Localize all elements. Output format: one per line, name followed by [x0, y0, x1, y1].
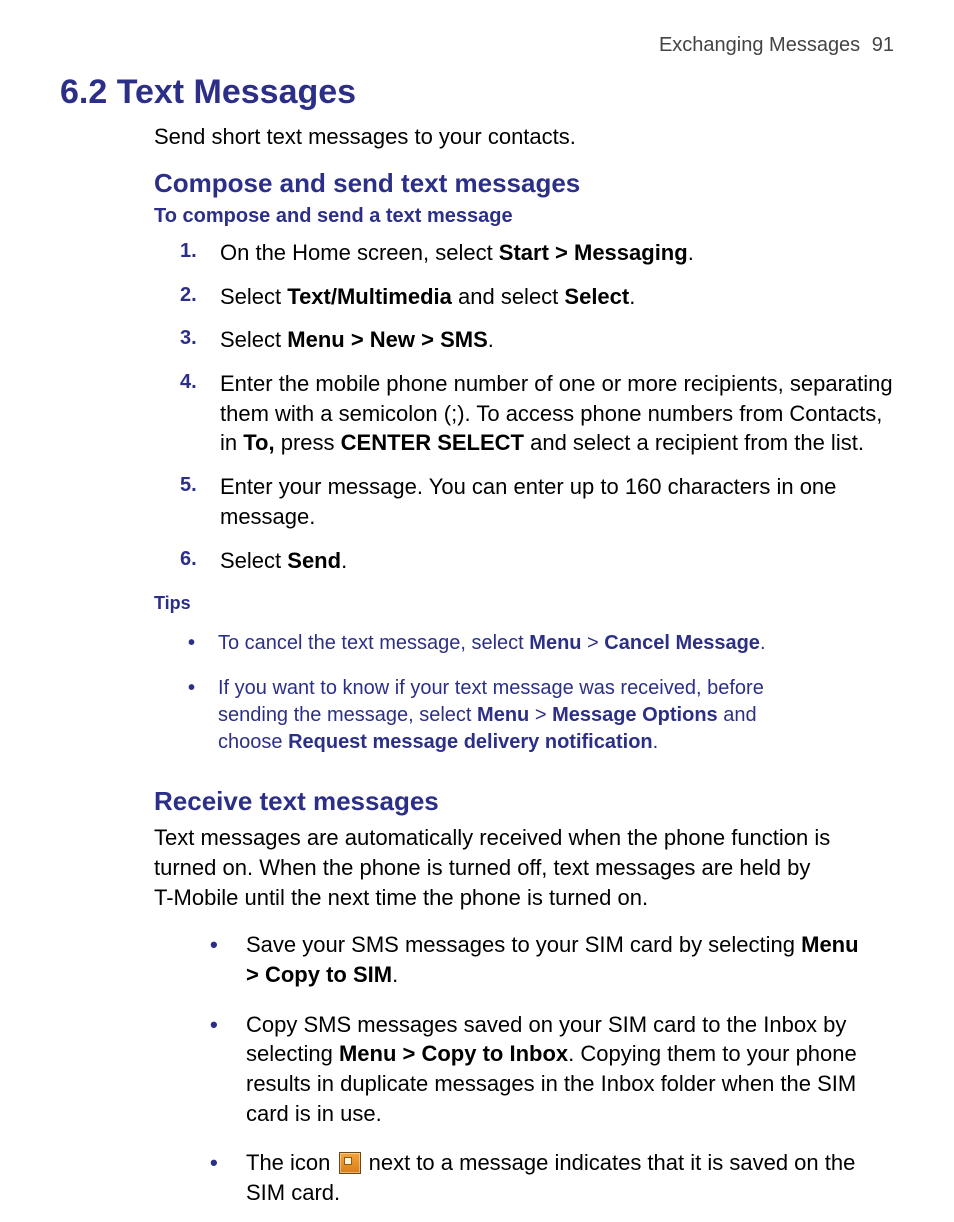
- text: Select: [220, 284, 287, 309]
- bullet-2: Copy SMS messages saved on your SIM card…: [210, 1004, 894, 1143]
- text: .: [392, 962, 398, 987]
- text: .: [760, 632, 766, 654]
- step-3: Select Menu > New > SMS.: [180, 321, 894, 365]
- receive-paragraph: Text messages are automatically received…: [154, 823, 834, 912]
- document-page: Exchanging Messages 91 6.2 Text Messages…: [0, 0, 954, 1173]
- text: .: [629, 284, 635, 309]
- bold: Menu: [529, 632, 581, 654]
- bold: Menu > New > SMS: [287, 327, 488, 352]
- receive-heading: Receive text messages: [154, 786, 894, 817]
- bold: Menu: [477, 704, 529, 726]
- text: and select a recipient from the list.: [524, 430, 864, 455]
- chapter-name: Exchanging Messages: [659, 34, 860, 56]
- text: .: [688, 240, 694, 265]
- text: Select: [220, 548, 287, 573]
- running-head: Exchanging Messages 91: [60, 34, 894, 57]
- step-2: Select Text/Multimedia and select Select…: [180, 278, 894, 322]
- receive-bullets: Save your SMS messages to your SIM card …: [210, 924, 894, 1222]
- bold: Start > Messaging: [499, 240, 688, 265]
- tips-list: To cancel the text message, select Menu …: [188, 624, 894, 768]
- compose-steps: On the Home screen, select Start > Messa…: [180, 234, 894, 585]
- text: .: [653, 731, 659, 753]
- compose-heading: Compose and send text messages: [154, 168, 894, 199]
- text: The icon: [246, 1150, 337, 1175]
- text: To cancel the text message, select: [218, 632, 529, 654]
- page-number: 91: [872, 34, 894, 56]
- text: and select: [452, 284, 565, 309]
- section-intro: Send short text messages to your contact…: [154, 124, 894, 150]
- bold: CENTER SELECT: [341, 430, 524, 455]
- step-5: Enter your message. You can enter up to …: [180, 468, 894, 541]
- bold: Text/Multimedia: [287, 284, 452, 309]
- bullet-1: Save your SMS messages to your SIM card …: [210, 924, 894, 1003]
- text: >: [582, 632, 605, 654]
- text: next to a message indicates that it is s…: [246, 1150, 855, 1205]
- compose-task-heading: To compose and send a text message: [154, 205, 894, 228]
- bold: Request message delivery notification: [288, 731, 653, 753]
- step-1: On the Home screen, select Start > Messa…: [180, 234, 894, 278]
- step-4: Enter the mobile phone number of one or …: [180, 365, 894, 468]
- bold: Select: [564, 284, 629, 309]
- bold: Message Options: [552, 704, 718, 726]
- tip-2: If you want to know if your text message…: [188, 669, 894, 768]
- bold: Send: [287, 548, 341, 573]
- text: .: [341, 548, 347, 573]
- text: Save your SMS messages to your SIM card …: [246, 932, 801, 957]
- tip-1: To cancel the text message, select Menu …: [188, 624, 894, 669]
- text: .: [488, 327, 494, 352]
- text: press: [275, 430, 341, 455]
- text: Enter your message. You can enter up to …: [220, 474, 836, 529]
- bold: To,: [243, 430, 274, 455]
- section-title: 6.2 Text Messages: [60, 73, 894, 112]
- bold: Cancel Message: [604, 632, 760, 654]
- text: Select: [220, 327, 287, 352]
- bullet-3: The icon next to a message indicates tha…: [210, 1142, 894, 1221]
- text: >: [529, 704, 552, 726]
- bold: Menu > Copy to Inbox: [339, 1041, 568, 1066]
- tips-label: Tips: [154, 593, 894, 614]
- text: On the Home screen, select: [220, 240, 499, 265]
- sim-card-icon: [339, 1152, 361, 1174]
- step-6: Select Send.: [180, 542, 894, 586]
